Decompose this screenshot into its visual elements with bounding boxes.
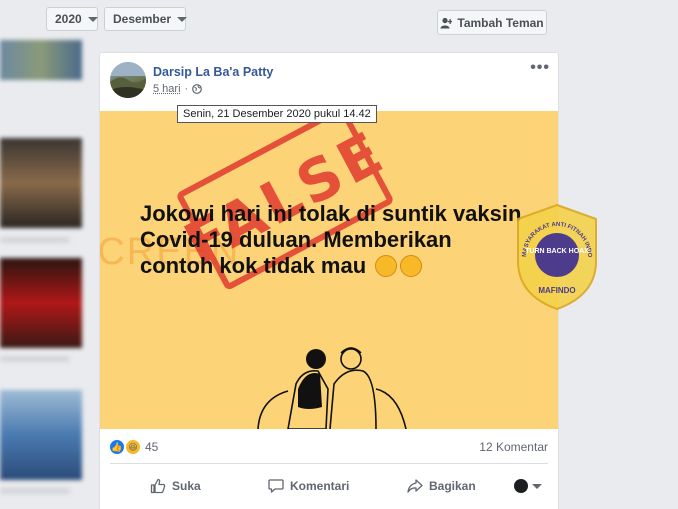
post-timestamp[interactable]: 5 hari — [153, 83, 181, 95]
year-select[interactable]: 2020 — [46, 7, 98, 31]
post-meta: 5 hari · — [153, 83, 203, 95]
reaction-summary[interactable]: 👍 😆 45 — [109, 439, 158, 455]
comment-button[interactable]: Komentari — [268, 478, 349, 494]
post-image[interactable]: SCREEN FALSE Jokowi hari ini tolak di su… — [100, 111, 558, 429]
comment-label: Komentari — [290, 479, 350, 493]
haha-reaction-icon: 😆 — [125, 439, 141, 455]
left-caption — [0, 488, 70, 494]
author-avatar[interactable] — [110, 62, 146, 98]
left-thumbnail — [0, 258, 82, 348]
people-illustration — [257, 347, 407, 429]
comment-count-link[interactable]: 12 Komentar — [479, 440, 548, 454]
add-person-icon — [440, 17, 453, 28]
globe-icon — [192, 84, 203, 94]
meta-separator: · — [184, 83, 189, 95]
badge-bottom-text: MAFINDO — [538, 286, 575, 295]
laughing-emoji-icon — [400, 255, 423, 277]
left-thumbnail — [0, 390, 82, 480]
like-label: Suka — [172, 479, 201, 493]
left-caption — [0, 237, 70, 243]
timestamp-tooltip: Senin, 21 Desember 2020 pukul 14.42 — [177, 105, 377, 123]
chevron-down-icon — [87, 16, 98, 22]
add-friend-label: Tambah Teman — [457, 15, 544, 30]
post-options-button[interactable]: ••• — [530, 59, 550, 77]
post-actions: Suka Komentari Bagikan — [100, 471, 558, 501]
post-author-name[interactable]: Darsip La Ba'a Patty — [153, 65, 273, 79]
profile-audience-icon — [514, 479, 528, 493]
month-select-value: Desember — [113, 12, 172, 26]
audience-selector[interactable] — [514, 479, 542, 493]
comment-bubble-icon — [268, 479, 284, 493]
left-sidebar-blurred — [0, 0, 82, 509]
month-select[interactable]: Desember — [104, 7, 188, 31]
laughing-emoji-icon — [375, 255, 398, 277]
left-caption — [0, 356, 70, 362]
chevron-down-icon — [177, 16, 188, 22]
actions-divider — [110, 463, 548, 464]
add-friend-button[interactable]: Tambah Teman — [437, 10, 547, 35]
reaction-count: 45 — [145, 440, 159, 454]
year-select-value: 2020 — [55, 12, 82, 26]
share-label: Bagikan — [429, 479, 476, 493]
chevron-down-icon — [532, 483, 542, 489]
like-reaction-icon: 👍 — [109, 439, 125, 455]
date-filter-bar: 2020 Desember — [0, 6, 188, 32]
like-button[interactable]: Suka — [150, 478, 201, 494]
post-image-text: Jokowi hari ini tolak di suntik vaksin C… — [140, 201, 530, 279]
post-image-caption: Jokowi hari ini tolak di suntik vaksin C… — [140, 201, 522, 278]
left-thumbnail — [0, 40, 82, 80]
badge-center-text: TURN BACK HOAX — [525, 248, 589, 255]
left-thumbnail — [0, 138, 82, 228]
share-arrow-icon — [407, 479, 423, 493]
thumbs-up-icon — [150, 478, 166, 494]
mafindo-turnbackhoax-badge: MASYARAKAT ANTI FITNAH INDONESIA TURN BA… — [514, 203, 597, 311]
share-button[interactable]: Bagikan — [407, 478, 476, 494]
avatar-photo-icon — [110, 62, 146, 98]
